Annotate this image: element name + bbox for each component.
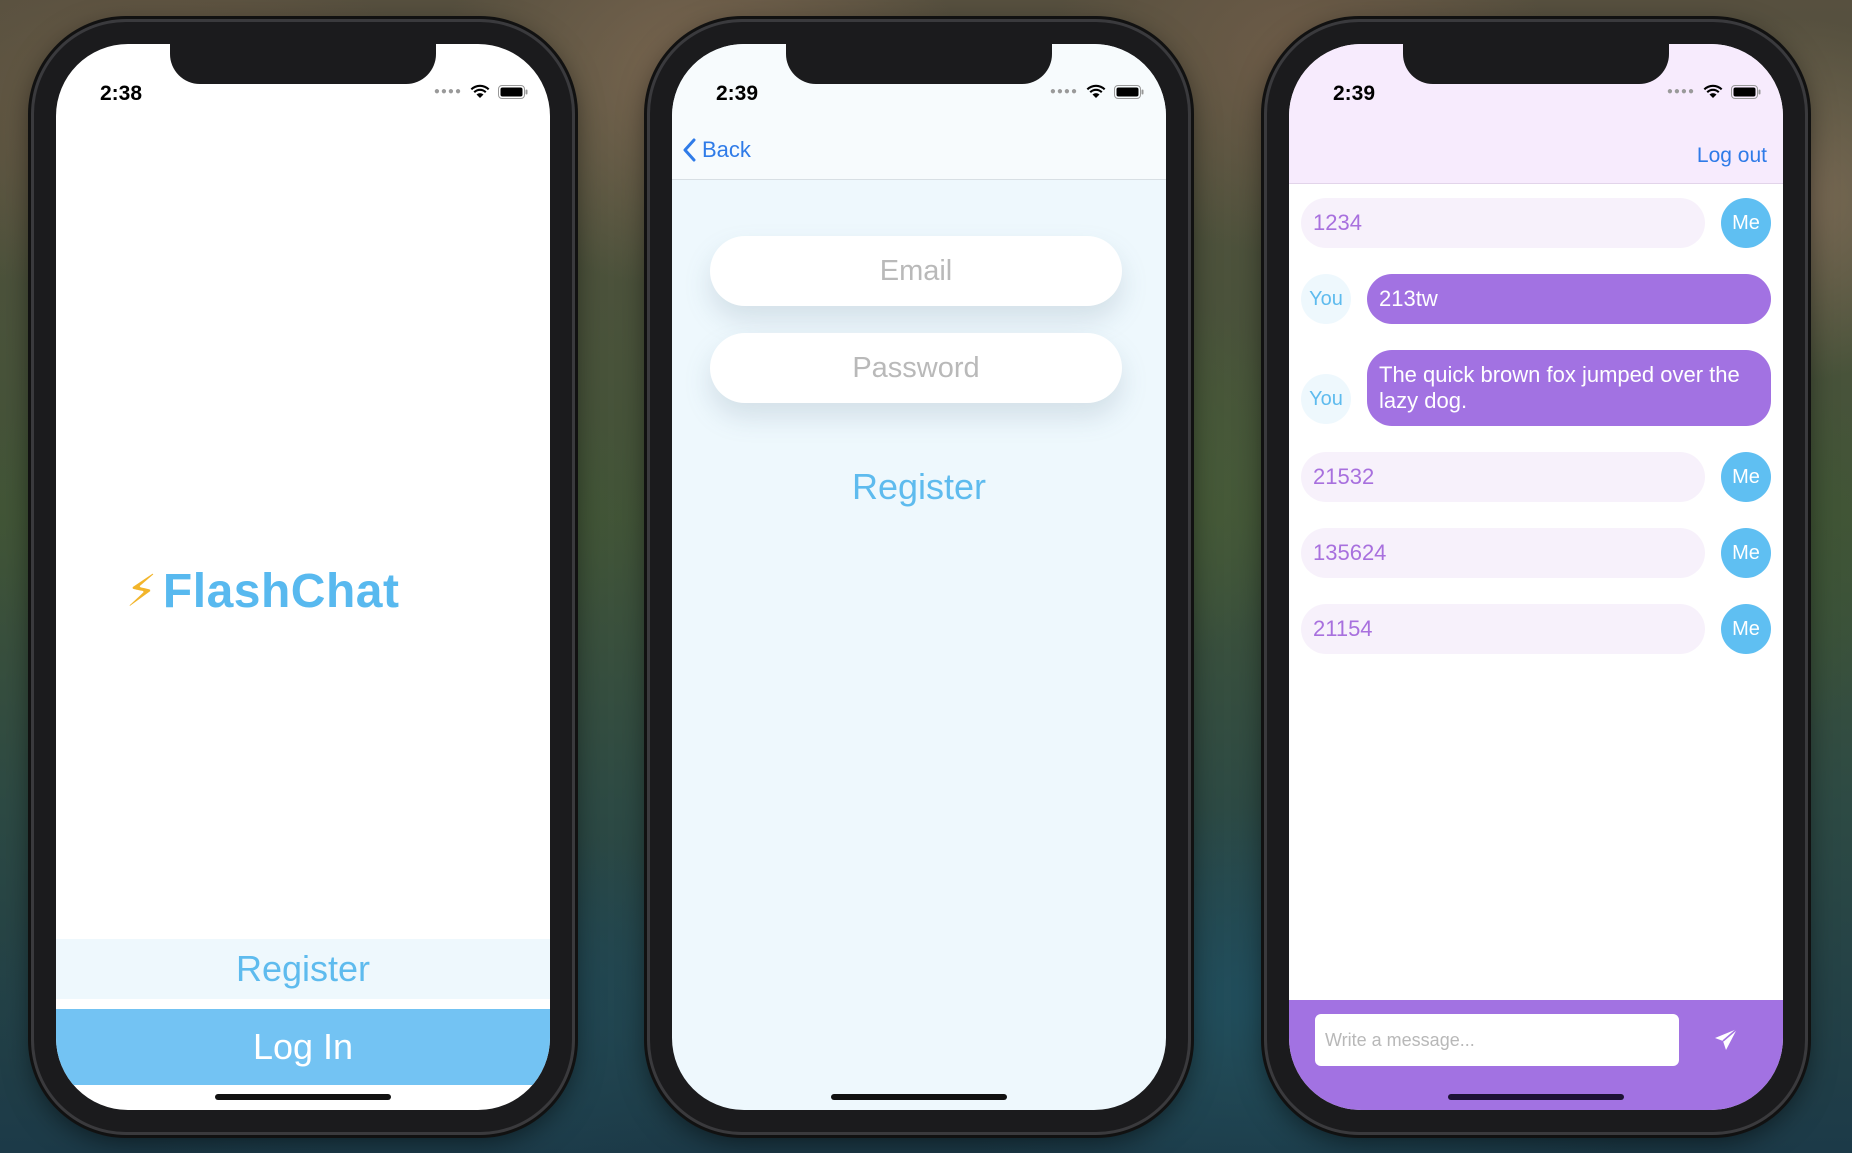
- avatar-me: Me: [1721, 452, 1771, 502]
- logout-button[interactable]: Log out: [1697, 144, 1767, 168]
- avatar-me: Me: [1721, 604, 1771, 654]
- message-row: 21532 Me: [1301, 452, 1771, 502]
- register-button[interactable]: Register: [672, 466, 1166, 508]
- chat-screen: Log out 2:39 ●●●● 1234 Me You 213tw You …: [1289, 44, 1783, 1110]
- message-row: You The quick brown fox jumped over the …: [1301, 350, 1771, 426]
- status-time: 2:38: [100, 82, 143, 105]
- battery-icon: [1731, 84, 1761, 99]
- register-button[interactable]: Register: [56, 939, 550, 999]
- back-label: Back: [702, 137, 751, 162]
- message-input[interactable]: [1315, 1014, 1679, 1066]
- register-screen: Back 2:39 ●●●● Email Password Register: [672, 44, 1166, 1110]
- message-row: 21154 Me: [1301, 604, 1771, 654]
- battery-icon: [498, 84, 528, 99]
- message-bubble-me: 135624: [1301, 528, 1705, 578]
- lightning-bolt-icon: ⚡: [126, 567, 157, 616]
- avatar-me: Me: [1721, 198, 1771, 248]
- paper-plane-icon: [1715, 1028, 1738, 1050]
- status-bar: 2:39 ●●●●: [672, 44, 1166, 105]
- message-bubble-me: 21532: [1301, 452, 1705, 502]
- phone-chat-screen: Log out 2:39 ●●●● 1234 Me You 213tw You …: [1267, 22, 1805, 1132]
- password-field[interactable]: Password: [710, 333, 1122, 403]
- message-bubble-you: 213tw: [1367, 274, 1771, 324]
- status-bar: 2:38 ●●●●: [56, 44, 550, 105]
- status-time: 2:39: [716, 82, 759, 105]
- message-row: 1234 Me: [1301, 198, 1771, 248]
- home-indicator: [215, 1094, 391, 1100]
- phone-welcome-screen: 2:38 ●●●● ⚡ FlashChat Register Log In: [34, 22, 572, 1132]
- avatar-you: You: [1301, 374, 1351, 424]
- status-time: 2:39: [1333, 82, 1376, 105]
- message-row: 135624 Me: [1301, 528, 1771, 578]
- status-bar: 2:39 ●●●●: [1289, 44, 1783, 105]
- message-bubble-me: 1234: [1301, 198, 1705, 248]
- home-indicator: [1448, 1094, 1624, 1100]
- wifi-icon: [1703, 84, 1723, 98]
- wifi-icon: [470, 84, 490, 98]
- login-button[interactable]: Log In: [56, 1009, 550, 1085]
- message-bubble-me: 21154: [1301, 604, 1705, 654]
- signal-icon: ●●●●: [1666, 86, 1695, 97]
- message-row: You 213tw: [1301, 274, 1771, 324]
- signal-icon: ●●●●: [433, 86, 462, 97]
- chevron-left-icon: [683, 138, 696, 162]
- send-button[interactable]: [1713, 1028, 1739, 1057]
- battery-icon: [1114, 84, 1144, 99]
- email-field[interactable]: Email: [710, 236, 1122, 306]
- phone-register-screen: Back 2:39 ●●●● Email Password Register: [650, 22, 1188, 1132]
- back-button[interactable]: Back: [682, 137, 751, 163]
- signal-icon: ●●●●: [1049, 86, 1078, 97]
- logo-title: FlashChat: [162, 565, 400, 618]
- wifi-icon: [1086, 84, 1106, 98]
- avatar-you: You: [1301, 274, 1351, 324]
- home-indicator: [831, 1094, 1007, 1100]
- avatar-me: Me: [1721, 528, 1771, 578]
- message-bubble-you: The quick brown fox jumped over the lazy…: [1367, 350, 1771, 426]
- welcome-screen: 2:38 ●●●● ⚡ FlashChat Register Log In: [56, 44, 550, 1110]
- app-logo: ⚡ FlashChat: [126, 564, 399, 619]
